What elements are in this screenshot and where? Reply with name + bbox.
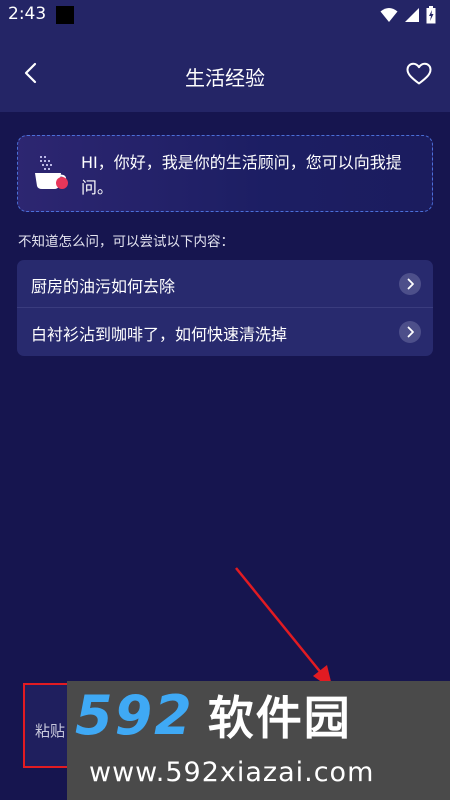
watermark-logo: 592 软件园 bbox=[75, 683, 352, 747]
suggestion-item[interactable]: 厨房的油污如何去除 bbox=[17, 260, 433, 308]
heart-icon[interactable] bbox=[406, 62, 432, 86]
hint-text: 不知道怎么问，可以尝试以下内容： bbox=[18, 234, 234, 250]
coffee-cup-icon bbox=[35, 156, 68, 189]
suggestion-list: 厨房的油污如何去除 白衬衫沾到咖啡了，如何快速清洗掉 bbox=[17, 260, 433, 356]
watermark-brand: 软件园 bbox=[207, 691, 352, 745]
watermark-digits: 592 bbox=[75, 683, 194, 747]
suggestion-label: 厨房的油污如何去除 bbox=[31, 277, 176, 296]
wifi-icon bbox=[380, 8, 398, 22]
screen: 2:43 生活经验 HI，你好，我是你的生活顾问，您可以向我提问。 不知道怎么问… bbox=[0, 0, 450, 800]
status-time: 2:43 bbox=[8, 4, 47, 24]
chevron-right-icon bbox=[399, 273, 421, 295]
chevron-right-icon bbox=[399, 321, 421, 343]
annotation-arrow-icon bbox=[235, 567, 333, 690]
greeting-text: HI，你好，我是你的生活顾问，您可以向我提问。 bbox=[81, 153, 402, 197]
paste-label: 粘贴 bbox=[35, 722, 66, 740]
status-icons bbox=[380, 6, 436, 24]
app-bar: 生活经验 bbox=[0, 30, 450, 112]
suggestion-item[interactable]: 白衬衫沾到咖啡了，如何快速清洗掉 bbox=[17, 308, 433, 356]
greeting-card: HI，你好，我是你的生活顾问，您可以向我提问。 bbox=[17, 135, 433, 212]
watermark-url: www.592xiazai.com bbox=[89, 757, 375, 788]
status-bar: 2:43 bbox=[0, 0, 450, 30]
notification-icon bbox=[56, 6, 74, 24]
page-title: 生活经验 bbox=[185, 66, 265, 90]
battery-icon bbox=[426, 6, 436, 24]
signal-icon bbox=[405, 8, 419, 22]
watermark: 592 软件园 www.592xiazai.com bbox=[67, 681, 450, 800]
suggestion-label: 白衬衫沾到咖啡了，如何快速清洗掉 bbox=[31, 325, 288, 344]
